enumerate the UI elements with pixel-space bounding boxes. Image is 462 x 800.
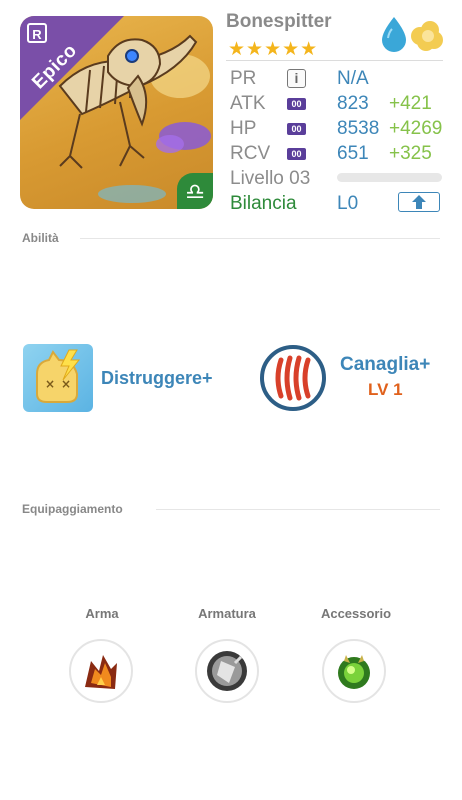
accessory-label: Accessorio <box>320 606 392 621</box>
stat-bonus-hp: +4269 <box>389 118 443 139</box>
destroy-skill-icon[interactable]: × × <box>23 344 93 412</box>
arrow-up-icon <box>412 195 426 209</box>
green-orb-icon <box>338 655 370 689</box>
header-divider <box>226 60 443 61</box>
stat-value-hp: 8538 <box>337 118 380 139</box>
armor-slot[interactable] <box>195 639 259 703</box>
hero-name: Bonespitter <box>226 11 332 32</box>
skill1-name: Distruggere+ <box>101 368 213 388</box>
level-progress-bar <box>337 173 442 182</box>
weapon-slot[interactable] <box>69 639 133 703</box>
upgrade-button[interactable] <box>398 192 440 212</box>
info-icon[interactable]: i <box>287 69 306 88</box>
armor-label: Armatura <box>198 606 256 621</box>
stat-value-rcv: 651 <box>337 143 369 164</box>
water-drop-icon <box>382 17 406 52</box>
abilities-title: Abilità <box>22 231 59 245</box>
skill2-name: Canaglia+ <box>340 354 431 375</box>
stat-value-atk: 823 <box>337 93 369 114</box>
cloud-icon <box>411 21 443 51</box>
skill2-level: LV 1 <box>368 380 403 399</box>
stat-label-hp: HP <box>230 118 257 139</box>
claw-skill-icon[interactable] <box>259 344 327 412</box>
atk-boost-badge: 00 <box>287 98 306 110</box>
accessory-slot[interactable] <box>322 639 386 703</box>
hero-portrait[interactable]: Epico R ♎ <box>20 16 213 209</box>
weapon-label: Arma <box>85 606 119 621</box>
equipment-divider <box>156 509 440 510</box>
svg-text:×: × <box>61 377 71 391</box>
rcv-boost-badge: 00 <box>287 148 306 160</box>
stat-bonus-atk: +421 <box>389 93 432 114</box>
balance-value: L0 <box>337 193 359 214</box>
stat-label-pr: PR <box>230 68 257 89</box>
armor-icon <box>207 651 247 691</box>
stat-bonus-rcv: +325 <box>389 143 432 164</box>
stat-value-pr: N/A <box>337 68 369 89</box>
abilities-divider <box>80 238 440 239</box>
stat-label-rcv: RCV <box>230 143 271 164</box>
hp-boost-badge: 00 <box>287 123 306 135</box>
star-rating: ★★★★★ <box>228 39 319 60</box>
rank-badge: R <box>27 23 47 43</box>
fire-weapon-icon <box>85 655 117 689</box>
element-icons <box>382 17 443 52</box>
level-label: Livello 03 <box>230 168 311 189</box>
balance-label: Bilancia <box>230 193 297 214</box>
libra-sign-icon: ♎ <box>177 173 213 209</box>
stat-label-atk: ATK <box>230 93 266 114</box>
equipment-title: Equipaggiamento <box>22 502 123 516</box>
svg-text:×: × <box>45 377 55 391</box>
